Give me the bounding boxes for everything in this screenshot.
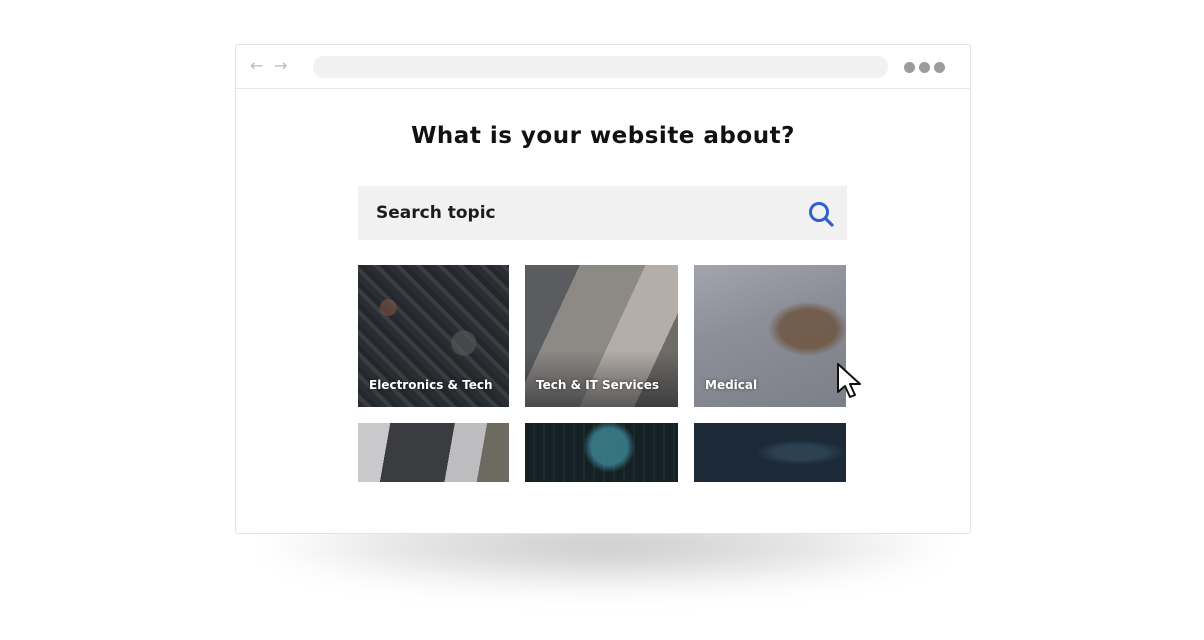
topic-label: Tech & IT Services <box>536 378 660 392</box>
search-input[interactable] <box>358 186 798 240</box>
browser-toolbar: ← → <box>236 45 970 89</box>
browser-window: ← → What is your website about? Electron… <box>235 44 971 534</box>
topic-tile-laptop[interactable] <box>358 423 509 482</box>
page-title: What is your website about? <box>411 123 795 149</box>
search-icon[interactable] <box>807 200 835 228</box>
dot <box>919 62 930 73</box>
topic-label: Electronics & Tech <box>369 378 493 392</box>
dot <box>934 62 945 73</box>
topic-tile-medical[interactable]: Medical <box>694 265 846 407</box>
arrow-left-icon[interactable]: ← <box>250 57 263 75</box>
more-dots-icon[interactable] <box>904 62 945 73</box>
topic-tile-electronics-tech[interactable]: Electronics & Tech <box>358 265 509 407</box>
arrow-right-icon[interactable]: → <box>274 57 287 75</box>
topic-tile-tech-it-services[interactable]: Tech & IT Services <box>525 265 678 407</box>
search-box <box>358 186 847 240</box>
dot <box>904 62 915 73</box>
topic-label: Medical <box>705 378 758 392</box>
address-bar[interactable] <box>313 56 888 78</box>
topic-tile-lights[interactable] <box>525 423 678 482</box>
topic-tile-device[interactable] <box>694 423 846 482</box>
